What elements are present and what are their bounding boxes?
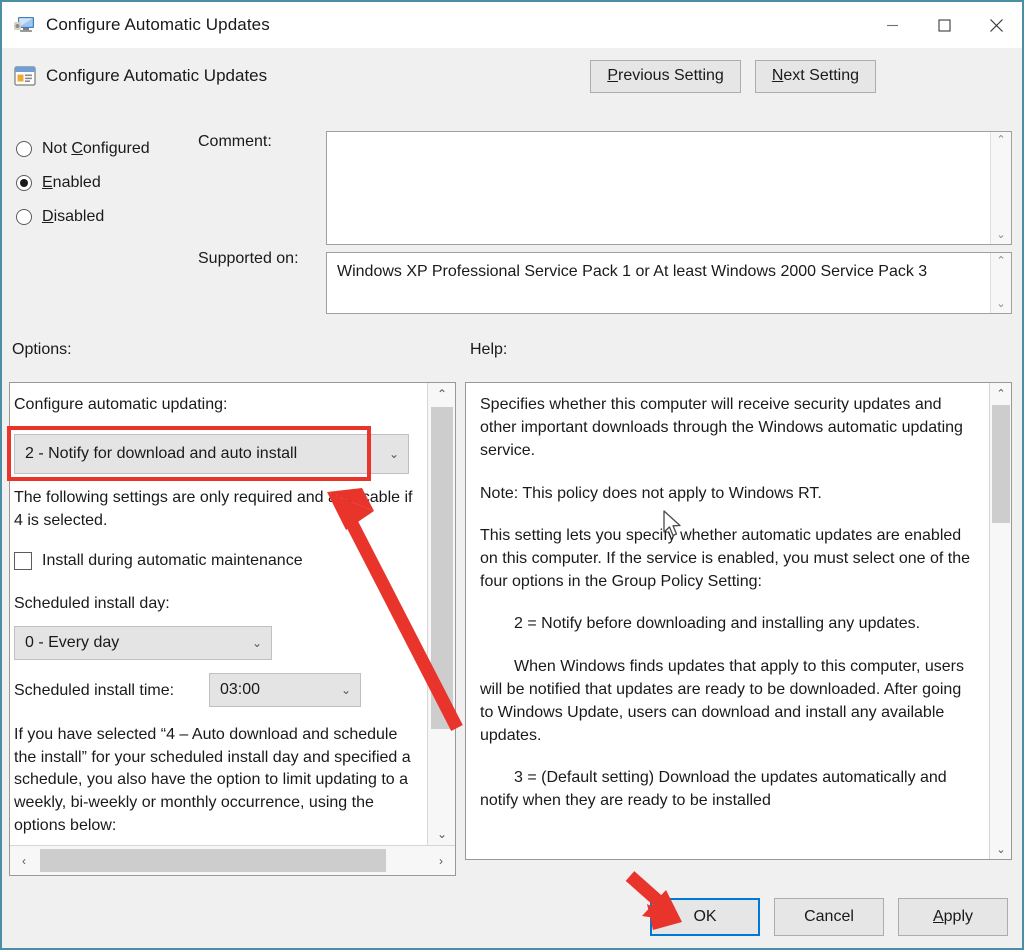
comment-scrollbar[interactable]: ⌃ ⌄: [990, 132, 1011, 244]
next-setting-label: ext Setting: [783, 67, 859, 84]
apply-label: pply: [943, 908, 974, 925]
help-paragraph: 3 = (Default setting) Download the updat…: [480, 769, 947, 810]
next-setting-button[interactable]: Next Setting: [754, 59, 876, 93]
install-during-maintenance-checkbox-row[interactable]: Install during automatic maintenance: [14, 550, 303, 573]
title-bar: Configure Automatic Updates: [2, 2, 1022, 48]
scroll-up-icon[interactable]: ⌃: [428, 383, 455, 405]
options-hscroll-thumb[interactable]: [40, 849, 386, 872]
scroll-left-icon[interactable]: ‹: [10, 846, 38, 875]
scroll-down-icon[interactable]: ⌄: [996, 299, 1005, 310]
help-label: Help:: [470, 341, 508, 358]
help-vertical-scrollbar[interactable]: ⌃ ⌄: [989, 383, 1011, 859]
configure-automatic-updates-dialog: Configure Automatic Updates Configure Au…: [0, 0, 1024, 950]
install-during-maintenance-checkbox[interactable]: [14, 552, 32, 571]
supported-on-label: Supported on:: [198, 250, 299, 267]
dialog-footer-buttons: OK Cancel Apply: [650, 898, 1008, 936]
configure-automatic-updating-label: Configure automatic updating:: [14, 396, 228, 413]
configure-automatic-updating-value: 2 - Notify for download and auto install: [25, 445, 298, 462]
radio-not-configured[interactable]: Not Configured: [16, 132, 206, 166]
setting-header: Configure Automatic Updates Previous Set…: [2, 48, 1022, 104]
radio-disabled-mark: [16, 209, 32, 225]
cancel-button[interactable]: Cancel: [774, 898, 884, 936]
chevron-down-icon[interactable]: ⌄: [332, 683, 360, 697]
supported-on-value: Windows XP Professional Service Pack 1 o…: [337, 263, 928, 280]
help-paragraph: Specifies whether this computer will rec…: [480, 396, 963, 460]
previous-setting-label: revious Setting: [617, 67, 724, 84]
radio-disabled-label: Disabled: [42, 208, 105, 225]
policy-state-radio-group: Not Configured Enabled Disabled: [16, 132, 206, 234]
comment-label: Comment:: [198, 133, 272, 150]
help-paragraph: Note: This policy does not apply to Wind…: [480, 484, 822, 502]
install-during-maintenance-label: Install during automatic maintenance: [42, 552, 303, 569]
options-horizontal-scrollbar[interactable]: ‹ ›: [10, 845, 455, 875]
radio-not-configured-label: Not Configured: [42, 140, 150, 157]
next-setting-accel: N: [771, 67, 784, 84]
window-controls: [866, 2, 1022, 48]
scroll-right-icon[interactable]: ›: [427, 846, 455, 875]
help-content: Specifies whether this computer will rec…: [466, 383, 991, 859]
radio-disabled[interactable]: Disabled: [16, 200, 206, 234]
chevron-down-icon[interactable]: ⌄: [380, 447, 408, 461]
radio-enabled-mark: [16, 175, 32, 191]
scheduled-install-day-value: 0 - Every day: [25, 634, 120, 651]
chevron-down-icon[interactable]: ⌄: [243, 636, 271, 650]
radio-not-configured-mark: [16, 141, 32, 157]
options-note-text: The following settings are only required…: [14, 489, 413, 529]
scroll-up-icon[interactable]: ⌃: [990, 383, 1011, 403]
scheduled-install-day-dropdown[interactable]: 0 - Every day ⌄: [14, 626, 272, 660]
maximize-icon[interactable]: [918, 2, 970, 48]
scroll-down-icon[interactable]: ⌄: [996, 230, 1005, 241]
help-paragraph: When Windows finds updates that apply to…: [480, 657, 965, 745]
setting-title: Configure Automatic Updates: [46, 66, 268, 85]
scroll-down-icon[interactable]: ⌄: [990, 839, 1011, 859]
options-scroll-thumb[interactable]: [431, 407, 453, 729]
help-paragraph: 2 = Notify before downloading and instal…: [514, 615, 921, 633]
ok-button[interactable]: OK: [650, 898, 760, 936]
supported-on-textbox: Windows XP Professional Service Pack 1 o…: [326, 252, 1012, 314]
scroll-up-icon[interactable]: ⌃: [996, 256, 1005, 267]
setting-nav-buttons: Previous Setting Next Setting: [590, 59, 876, 93]
previous-setting-accel: P: [607, 67, 618, 84]
supported-on-scrollbar[interactable]: ⌃ ⌄: [990, 253, 1011, 313]
help-scroll-thumb[interactable]: [992, 405, 1010, 523]
radio-enabled-label: Enabled: [42, 174, 101, 191]
scroll-down-icon[interactable]: ⌄: [428, 823, 455, 845]
monitor-settings-icon: [14, 15, 36, 35]
options-footer-text: If you have selected “4 – Auto download …: [14, 726, 411, 834]
close-icon[interactable]: [970, 2, 1022, 48]
configure-automatic-updating-dropdown[interactable]: 2 - Notify for download and auto install…: [14, 434, 409, 474]
comment-textbox[interactable]: ⌃ ⌄: [326, 131, 1012, 245]
help-paragraph: This setting lets you specify whether au…: [480, 526, 971, 591]
options-vertical-scrollbar[interactable]: ⌃ ⌄: [427, 383, 455, 845]
options-label: Options:: [12, 341, 72, 358]
policy-setting-icon: [14, 65, 36, 87]
scheduled-install-time-value: 03:00: [220, 681, 261, 698]
help-panel: Specifies whether this computer will rec…: [465, 382, 1012, 860]
radio-enabled[interactable]: Enabled: [16, 166, 206, 200]
minimize-icon[interactable]: [866, 2, 918, 48]
scheduled-install-day-label: Scheduled install day:: [14, 595, 170, 612]
scroll-up-icon[interactable]: ⌃: [996, 135, 1005, 146]
scheduled-install-time-label: Scheduled install time:: [14, 682, 175, 699]
scheduled-install-time-dropdown[interactable]: 03:00 ⌄: [209, 673, 361, 707]
window-title: Configure Automatic Updates: [46, 15, 270, 34]
comment-value[interactable]: [327, 132, 990, 244]
apply-accel: A: [932, 908, 944, 925]
apply-button[interactable]: Apply: [898, 898, 1008, 936]
previous-setting-button[interactable]: Previous Setting: [590, 59, 741, 93]
